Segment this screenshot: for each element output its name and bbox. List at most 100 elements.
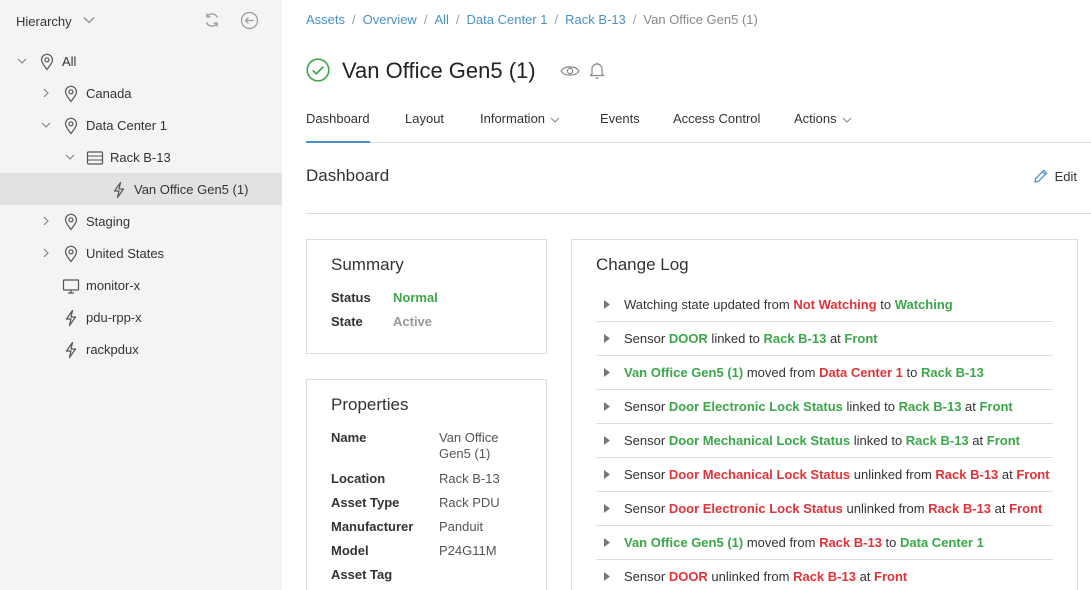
expand-triangle-icon[interactable] xyxy=(604,538,610,547)
tree-item-monitor-x[interactable]: monitor-x xyxy=(0,269,282,301)
tree-item-label: Canada xyxy=(86,86,132,101)
expand-triangle-icon[interactable] xyxy=(604,334,610,343)
highlight-positive: Front xyxy=(979,399,1013,414)
highlight-negative: Door Electronic Lock Status xyxy=(668,501,843,516)
expand-triangle-icon[interactable] xyxy=(604,368,610,377)
breadcrumb-link[interactable]: All xyxy=(434,12,448,27)
expand-triangle-icon[interactable] xyxy=(604,504,610,513)
chevron-down-icon[interactable] xyxy=(82,13,96,27)
changelog-entry[interactable]: Van Office Gen5 (1) moved from Rack B-13… xyxy=(596,526,1053,560)
page-title: Van Office Gen5 (1) xyxy=(342,58,536,83)
highlight-negative: Rack B-13 xyxy=(928,501,992,516)
highlight-positive: Front xyxy=(986,433,1020,448)
changelog-entry-text: Sensor Door Mechanical Lock Status linke… xyxy=(624,433,1020,448)
log-text: Sensor xyxy=(624,501,669,516)
highlight-negative: Not Watching xyxy=(793,297,877,312)
summary-value: Active xyxy=(393,314,433,329)
tab-access-control[interactable]: Access Control xyxy=(673,110,760,143)
log-text: at xyxy=(826,331,845,346)
changelog-entry[interactable]: Sensor Door Electronic Lock Status linke… xyxy=(596,390,1053,424)
properties-card: Properties Name Van Office Gen5 (1) Locati… xyxy=(306,379,547,590)
log-text: at xyxy=(991,501,1010,516)
chevron-down-icon[interactable] xyxy=(40,119,52,131)
log-text: to xyxy=(876,297,895,312)
property-key: Asset Type xyxy=(331,495,400,510)
tree-item-canada[interactable]: Canada xyxy=(0,77,282,109)
log-text: moved from xyxy=(743,365,820,380)
changelog-entry[interactable]: Sensor DOOR unlinked from Rack B-13 at F… xyxy=(596,560,1053,590)
expand-triangle-icon[interactable] xyxy=(604,572,610,581)
tab-events[interactable]: Events xyxy=(600,110,640,143)
tab-label: Layout xyxy=(405,111,445,126)
changelog-entry[interactable]: Watching state updated from Not Watching… xyxy=(596,288,1053,322)
tree-item-rackpdux[interactable]: rackpdux xyxy=(0,333,282,365)
chevron-right-icon[interactable] xyxy=(40,87,52,99)
hierarchy-dropdown-label[interactable]: Hierarchy xyxy=(16,14,72,29)
pencil-edit-icon xyxy=(1033,169,1048,183)
expand-triangle-icon[interactable] xyxy=(604,470,610,479)
tab-layout[interactable]: Layout xyxy=(405,110,444,143)
highlight-positive: Van Office Gen5 (1) xyxy=(624,365,744,380)
edit-dashboard-button[interactable]: Edit xyxy=(1032,168,1077,185)
breadcrumb-link[interactable]: Data Center 1 xyxy=(467,12,548,27)
log-text: unlinked from xyxy=(707,569,794,584)
tree-item-label: monitor-x xyxy=(86,278,141,293)
bell-notification-icon[interactable] xyxy=(588,61,606,80)
tree-item-all[interactable]: All xyxy=(0,45,282,77)
chevron-right-icon[interactable] xyxy=(40,247,52,259)
changelog-entry[interactable]: Sensor Door Mechanical Lock Status unlin… xyxy=(596,458,1053,492)
chevron-down-icon[interactable] xyxy=(64,151,76,163)
tree-item-staging[interactable]: Staging xyxy=(0,205,282,237)
tree-item-van-office-gen5-1[interactable]: Van Office Gen5 (1) xyxy=(0,173,282,205)
tab-information[interactable]: Information xyxy=(480,110,560,143)
highlight-negative: Door Mechanical Lock Status xyxy=(668,467,851,482)
tab-dashboard[interactable]: Dashboard xyxy=(306,110,370,143)
changelog-entry-text: Sensor DOOR unlinked from Rack B-13 at F… xyxy=(624,569,907,584)
log-text: linked to xyxy=(842,399,899,414)
breadcrumb: Assets / Overview / All / Data Center 1 / Rack B… xyxy=(306,12,758,27)
summary-title: Summary xyxy=(331,255,404,274)
changelog-entry[interactable]: Sensor DOOR linked to Rack B-13 at Front xyxy=(596,322,1053,356)
expand-triangle-icon[interactable] xyxy=(604,436,610,445)
tree-item-rack-b-13[interactable]: Rack B-13 xyxy=(0,141,282,173)
expand-triangle-icon[interactable] xyxy=(604,300,610,309)
main-content: Assets / Overview / All / Data Center 1 / Rack B… xyxy=(282,0,1091,590)
tree-item-label: Staging xyxy=(86,214,131,229)
tree-item-united-states[interactable]: United States xyxy=(0,237,282,269)
highlight-negative: Front xyxy=(1009,501,1043,516)
log-text: Sensor xyxy=(624,433,669,448)
highlight-negative: Rack B-13 xyxy=(819,535,882,550)
chevron-down-icon xyxy=(842,117,852,123)
tree-item-pdu-rpp-x[interactable]: pdu-rpp-x xyxy=(0,301,282,333)
log-text: at xyxy=(968,433,987,448)
tree-item-label: pdu-rpp-x xyxy=(86,310,142,325)
tab-actions[interactable]: Actions xyxy=(794,110,852,143)
log-text: Sensor xyxy=(624,399,669,414)
property-key: Name xyxy=(331,430,367,445)
collapse-sidebar-icon[interactable] xyxy=(240,11,259,30)
changelog-entry[interactable]: Sensor Door Mechanical Lock Status linke… xyxy=(596,424,1053,458)
highlight-positive: Door Electronic Lock Status xyxy=(668,399,843,414)
tab-bar: Dashboard Layout Information Events Access C… xyxy=(306,110,1091,143)
breadcrumb-link[interactable]: Overview xyxy=(363,12,417,27)
highlight-positive: Rack B-13 xyxy=(763,331,827,346)
summary-key: Status xyxy=(331,290,371,305)
highlight-positive: Data Center 1 xyxy=(900,535,984,550)
property-key: Asset Tag xyxy=(331,567,393,582)
highlight-negative: Data Center 1 xyxy=(819,365,903,380)
tree-item-data-center-1[interactable]: Data Center 1 xyxy=(0,109,282,141)
refresh-icon[interactable] xyxy=(203,11,221,29)
chevron-right-icon[interactable] xyxy=(40,215,52,227)
breadcrumb-link[interactable]: Rack B-13 xyxy=(565,12,626,27)
expand-triangle-icon[interactable] xyxy=(604,402,610,411)
highlight-positive: Door Mechanical Lock Status xyxy=(668,433,851,448)
tab-label: Events xyxy=(600,111,640,126)
properties-title: Properties xyxy=(331,395,409,414)
changelog-entry[interactable]: Van Office Gen5 (1) moved from Data Cent… xyxy=(596,356,1053,390)
chevron-down-icon[interactable] xyxy=(16,55,28,67)
tree-item-label: United States xyxy=(86,246,165,261)
eye-watch-icon[interactable] xyxy=(560,64,580,78)
property-key: Manufacturer xyxy=(331,519,414,534)
changelog-entry[interactable]: Sensor Door Electronic Lock Status unlin… xyxy=(596,492,1053,526)
breadcrumb-link[interactable]: Assets xyxy=(306,12,345,27)
